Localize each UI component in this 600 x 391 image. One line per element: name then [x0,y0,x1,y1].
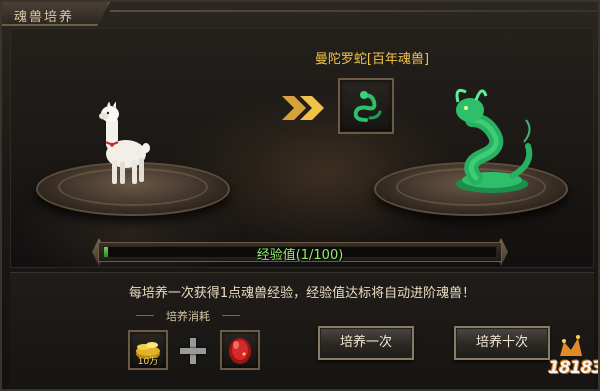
watermark-logo: 18183 [542,332,600,389]
cost-label: 培养消耗 [136,308,240,324]
red-beast-egg-icon [229,338,251,364]
window-top-border [110,10,598,12]
green-serpent-icon [353,91,382,122]
train-once-button[interactable]: 培养一次 [318,326,414,360]
window-title: 魂兽培养 [14,10,75,25]
watermark-text: 18183 [548,358,600,378]
window-title-tab: 魂兽培养 [2,2,110,26]
exp-label: 经验值(1/100) [256,248,344,263]
training-description: 每培养一次获得1点魂兽经验，经验值达标将自动进阶魂兽！ [128,286,476,301]
beast-training-window: 魂兽培养 曼陀罗蛇[百年魂兽] 经验值(1/100) 每培养一次获得1点魂兽经验… [0,0,600,391]
gold-amount: 10万 [137,357,159,367]
green-serpent-icon [455,88,533,193]
gold-cost-slot[interactable]: 10万 [128,330,168,370]
train-ten-button[interactable]: 培养十次 [454,326,550,360]
target-beast-slot[interactable] [338,78,394,134]
double-chevron-right-icon [282,96,324,120]
plus-icon [178,336,208,366]
beast-egg-slot[interactable] [220,330,260,370]
alpaca-icon [99,102,150,184]
target-beast-name: 曼陀罗蛇[百年魂兽] [314,52,430,67]
